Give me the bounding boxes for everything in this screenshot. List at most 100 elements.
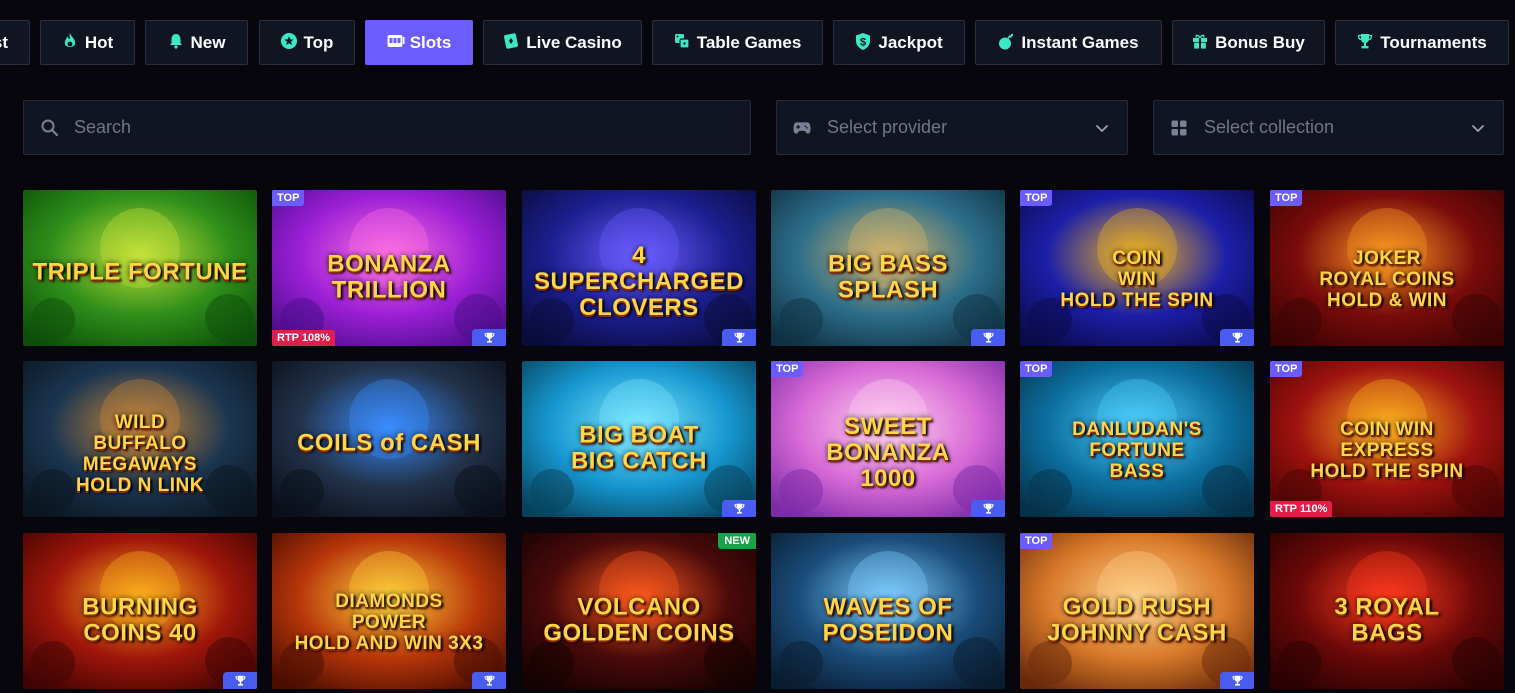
game-title: JOKER ROYAL COINS HOLD & WIN xyxy=(1319,247,1455,311)
tournament-trophy-icon xyxy=(472,329,506,346)
tournament-trophy-icon xyxy=(722,329,756,346)
game-tile[interactable]: COILS of CASH xyxy=(272,361,506,517)
game-tile[interactable]: SWEET BONANZA 1000 TOP xyxy=(771,361,1005,517)
top-badge: TOP xyxy=(1270,190,1303,206)
bomb-icon xyxy=(998,33,1014,53)
game-title: 4 SUPERCHARGED CLOVERS xyxy=(533,242,745,322)
tab-label: Hot xyxy=(84,32,114,52)
tab-jackpot[interactable]: $ Jackpot xyxy=(833,20,965,65)
game-tile[interactable]: VOLCANO GOLDEN COINS NEW xyxy=(522,533,756,689)
top-badge: TOP xyxy=(1020,361,1053,377)
search-field[interactable]: Search xyxy=(23,100,751,155)
game-tile[interactable]: TRIPLE FORTUNE xyxy=(23,190,257,346)
game-title: COIN WIN EXPRESS HOLD THE SPIN xyxy=(1310,418,1464,482)
game-tile[interactable]: BIG BASS SPLASH xyxy=(771,190,1005,346)
tab-live-casino[interactable]: Live Casino xyxy=(483,20,642,65)
tab-label: Live Casino xyxy=(526,32,622,52)
gamepad-icon xyxy=(793,119,811,137)
top-badge: TOP xyxy=(1020,190,1053,206)
top-badge: TOP xyxy=(272,190,305,206)
tab-first[interactable]: st xyxy=(0,20,30,65)
game-tile[interactable]: COIN WIN HOLD THE SPIN TOP xyxy=(1020,190,1254,346)
game-title: VOLCANO GOLDEN COINS xyxy=(543,593,735,647)
top-badge: TOP xyxy=(771,361,804,377)
game-title: SWEET BONANZA 1000 xyxy=(826,413,950,493)
tab-label: Tournaments xyxy=(1380,32,1487,52)
game-title: GOLD RUSH JOHNNY CASH xyxy=(1047,593,1227,647)
game-title: BURNING COINS 40 xyxy=(82,593,198,647)
trophy-icon xyxy=(1357,33,1373,52)
slot-machine-icon xyxy=(387,34,405,51)
game-title: COIN WIN HOLD THE SPIN xyxy=(1060,247,1214,311)
game-title: TRIPLE FORTUNE xyxy=(32,258,248,286)
collection-placeholder: Select collection xyxy=(1204,117,1335,137)
game-title: DANLUDAN'S FORTUNE BASS xyxy=(1072,418,1202,482)
tab-table-games[interactable]: Table Games xyxy=(652,20,823,65)
provider-placeholder: Select provider xyxy=(827,117,948,137)
gift-icon xyxy=(1192,33,1208,52)
chevron-down-icon xyxy=(1095,118,1109,143)
game-tile[interactable]: COIN WIN EXPRESS HOLD THE SPIN TOP RTP 110… xyxy=(1270,361,1504,517)
tournament-trophy-icon xyxy=(722,500,756,517)
tournament-trophy-icon xyxy=(971,500,1005,517)
game-tile[interactable]: WILD BUFFALO MEGAWAYS HOLD N LINK xyxy=(23,361,257,517)
tab-label: Table Games xyxy=(696,32,802,52)
tab-new[interactable]: New xyxy=(145,20,248,65)
game-title: WILD BUFFALO MEGAWAYS HOLD N LINK xyxy=(76,412,204,497)
chevron-down-icon xyxy=(1471,118,1485,143)
bell-icon xyxy=(168,33,184,52)
playing-card-icon xyxy=(503,33,519,52)
grid-icon xyxy=(1170,119,1188,137)
tournament-trophy-icon xyxy=(1220,672,1254,689)
top-badge: TOP xyxy=(1020,533,1053,549)
tab-hot[interactable]: Hot xyxy=(40,20,135,65)
game-tile[interactable]: GOLD RUSH JOHNNY CASH TOP xyxy=(1020,533,1254,689)
game-tile[interactable]: WAVES OF POSEIDON xyxy=(771,533,1005,689)
tab-label: Jackpot xyxy=(878,32,943,52)
tab-label: Instant Games xyxy=(1021,32,1139,52)
search-icon xyxy=(40,119,58,137)
tab-top[interactable]: Top xyxy=(259,20,355,65)
game-title: 3 ROYAL BAGS xyxy=(1334,593,1440,647)
tab-label: Top xyxy=(303,32,334,52)
svg-text:$: $ xyxy=(860,36,866,48)
rtp-badge: RTP 110% xyxy=(1270,501,1333,517)
flame-icon xyxy=(62,33,78,52)
rtp-badge: RTP 108% xyxy=(272,330,335,346)
game-tile[interactable]: JOKER ROYAL COINS HOLD & WIN TOP xyxy=(1270,190,1504,346)
game-tile[interactable]: BURNING COINS 40 xyxy=(23,533,257,689)
tab-label: Slots xyxy=(409,32,452,52)
tab-label: Bonus Buy xyxy=(1215,32,1305,52)
top-badge: TOP xyxy=(1270,361,1303,377)
tournament-trophy-icon xyxy=(223,672,257,689)
new-badge: NEW xyxy=(718,533,756,549)
game-title: COILS of CASH xyxy=(297,429,481,457)
tab-slots[interactable]: Slots xyxy=(365,20,473,65)
tournament-trophy-icon xyxy=(1220,329,1254,346)
tab-instant-games[interactable]: Instant Games xyxy=(975,20,1162,65)
star-circle-icon xyxy=(280,33,297,52)
tab-label: New xyxy=(190,32,226,52)
game-tile[interactable]: DIAMONDS POWER HOLD AND WIN 3X3 xyxy=(272,533,506,689)
tab-tournaments[interactable]: Tournaments xyxy=(1335,20,1509,65)
dice-icon xyxy=(674,33,690,52)
game-title: BONANZA TRILLION xyxy=(327,250,451,304)
tab-bonus-buy[interactable]: Bonus Buy xyxy=(1172,20,1325,65)
dollar-shield-icon: $ xyxy=(855,32,871,53)
game-title: BIG BOAT BIG CATCH xyxy=(570,421,708,475)
tab-label: st xyxy=(0,32,8,52)
game-tile[interactable]: 3 ROYAL BAGS xyxy=(1270,533,1504,689)
game-title: WAVES OF POSEIDON xyxy=(822,593,954,647)
game-tile[interactable]: BONANZA TRILLION TOP RTP 108% xyxy=(272,190,506,346)
game-title: DIAMONDS POWER HOLD AND WIN 3X3 xyxy=(294,590,484,654)
game-tile[interactable]: 4 SUPERCHARGED CLOVERS xyxy=(522,190,756,346)
provider-select[interactable]: Select provider xyxy=(776,100,1128,155)
collection-select[interactable]: Select collection xyxy=(1153,100,1504,155)
tournament-trophy-icon xyxy=(472,672,506,689)
game-tile[interactable]: DANLUDAN'S FORTUNE BASS TOP xyxy=(1020,361,1254,517)
game-title: BIG BASS SPLASH xyxy=(827,250,948,304)
search-placeholder: Search xyxy=(74,117,132,137)
category-tabs: st Hot New Top Slots Live Casino Table xyxy=(0,20,1515,65)
game-tile[interactable]: BIG BOAT BIG CATCH xyxy=(522,361,756,517)
tournament-trophy-icon xyxy=(971,329,1005,346)
